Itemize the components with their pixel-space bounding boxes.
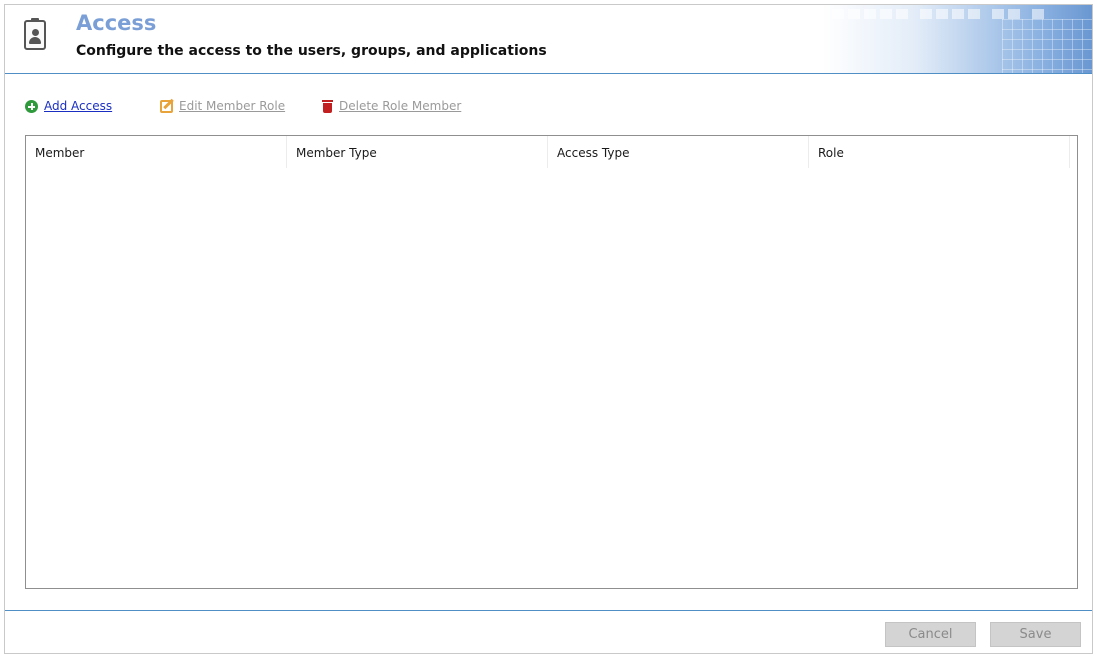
trash-icon bbox=[322, 99, 333, 113]
delete-role-member-label: Delete Role Member bbox=[339, 99, 462, 113]
edit-member-role-label: Edit Member Role bbox=[179, 99, 286, 113]
id-badge-icon bbox=[24, 18, 46, 50]
delete-role-member-button[interactable]: Delete Role Member bbox=[322, 96, 461, 116]
page-subtitle: Configure the access to the users, group… bbox=[76, 43, 547, 59]
dialog-header: Access Configure the access to the users… bbox=[5, 5, 1092, 74]
save-button[interactable]: Save bbox=[990, 622, 1081, 647]
access-members-table[interactable]: Member Member Type Access Type Role bbox=[25, 135, 1078, 589]
add-access-button[interactable]: Add Access bbox=[25, 96, 112, 116]
column-header-member[interactable]: Member bbox=[26, 136, 287, 168]
page-title: Access bbox=[76, 11, 157, 35]
footer-divider bbox=[5, 610, 1092, 611]
table-header: Member Member Type Access Type Role bbox=[26, 136, 1077, 168]
cancel-button[interactable]: Cancel bbox=[885, 622, 976, 647]
edit-member-role-button[interactable]: Edit Member Role bbox=[160, 96, 285, 116]
edit-icon bbox=[160, 99, 173, 113]
table-body[interactable] bbox=[26, 168, 1077, 588]
column-header-member-type[interactable]: Member Type bbox=[287, 136, 548, 168]
plus-circle-icon bbox=[25, 99, 38, 113]
add-access-label: Add Access bbox=[44, 99, 113, 113]
header-banner-art bbox=[822, 5, 1092, 73]
column-header-role[interactable]: Role bbox=[809, 136, 1070, 168]
column-header-access-type[interactable]: Access Type bbox=[548, 136, 809, 168]
access-dialog: Access Configure the access to the users… bbox=[4, 4, 1093, 654]
